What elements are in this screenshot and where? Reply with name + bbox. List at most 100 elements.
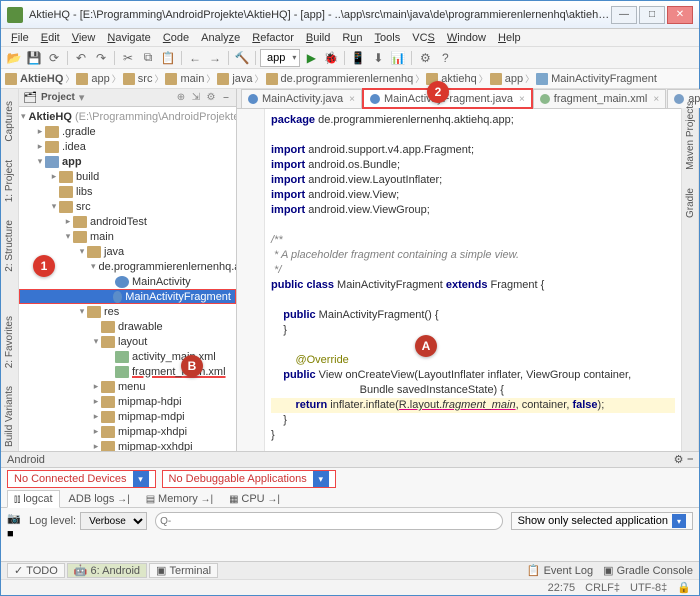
tool-build-variants[interactable]: Build Variants xyxy=(4,382,15,451)
help-icon[interactable]: ? xyxy=(436,49,454,67)
tree-libs[interactable]: libs xyxy=(19,184,236,199)
menu-edit[interactable]: Edit xyxy=(35,32,66,44)
avd-icon[interactable]: 📱 xyxy=(349,49,367,67)
tree-androidtest[interactable]: ▸androidTest xyxy=(19,214,236,229)
event-log[interactable]: 📋 Event Log xyxy=(527,564,593,577)
monitor-icon[interactable]: 📊 xyxy=(389,49,407,67)
copy-icon[interactable]: ⧉ xyxy=(139,49,157,67)
tree-mipmap-hdpi[interactable]: ▸mipmap-hdpi xyxy=(19,394,236,409)
subtab-adblogs[interactable]: ADB logs →| xyxy=(62,490,137,508)
code-body[interactable]: package package de.programmierenlernenhq… xyxy=(265,109,681,451)
tree-activity-main-xml[interactable]: activity_main.xml xyxy=(19,349,236,364)
project-tree[interactable]: ▾AktieHQ (E:\Programming\AndroidProjekte… xyxy=(19,107,236,451)
tool-project[interactable]: 1: Project xyxy=(4,156,15,206)
tool-maven[interactable]: Maven Projects xyxy=(685,97,696,174)
collapse-icon[interactable]: ⇲ xyxy=(190,92,202,104)
menu-analyze[interactable]: Analyze xyxy=(195,32,246,44)
close-icon[interactable]: × xyxy=(349,94,355,105)
tree-java[interactable]: ▾java xyxy=(19,244,236,259)
crumb-main[interactable]: main xyxy=(165,73,204,85)
loglevel-select[interactable]: Verbose xyxy=(80,512,147,530)
debug-icon[interactable]: 🐞 xyxy=(322,49,340,67)
tree-idea[interactable]: ▸.idea xyxy=(19,139,236,154)
chevron-down-icon[interactable]: ▾ xyxy=(133,471,149,487)
apps-combo[interactable]: No Debuggable Applications▾ xyxy=(162,470,336,488)
redo-icon[interactable]: ↷ xyxy=(92,49,110,67)
devices-combo[interactable]: No Connected Devices▾ xyxy=(7,470,156,488)
tree-layout[interactable]: ▾layout xyxy=(19,334,236,349)
settings-icon[interactable]: ⚙ xyxy=(416,49,434,67)
subtab-cpu[interactable]: ▦ CPU →| xyxy=(222,490,287,508)
open-icon[interactable]: 📂 xyxy=(5,49,23,67)
lock-icon[interactable]: 🔒 xyxy=(677,581,691,594)
menu-tools[interactable]: Tools xyxy=(369,32,407,44)
close-icon[interactable]: × xyxy=(519,94,525,105)
menu-run[interactable]: Run xyxy=(336,32,368,44)
tree-main[interactable]: ▾main xyxy=(19,229,236,244)
run-icon[interactable]: ▶ xyxy=(302,49,320,67)
minimize-button[interactable]: — xyxy=(611,6,637,24)
record-icon[interactable]: ■ xyxy=(7,528,21,540)
tool-structure[interactable]: 2: Structure xyxy=(4,216,15,276)
tree-mipmap-xxhdpi[interactable]: ▸mipmap-xxhdpi xyxy=(19,439,236,451)
menu-code[interactable]: Code xyxy=(157,32,195,44)
menu-view[interactable]: View xyxy=(66,32,102,44)
menu-build[interactable]: Build xyxy=(300,32,336,44)
close-icon[interactable]: × xyxy=(653,94,659,105)
tree-src[interactable]: ▾src xyxy=(19,199,236,214)
menu-navigate[interactable]: Navigate xyxy=(101,32,156,44)
tool-android[interactable]: 🤖 6: Android xyxy=(67,563,147,578)
tool-captures[interactable]: Captures xyxy=(4,97,15,146)
menu-file[interactable]: File xyxy=(5,32,35,44)
sdk-icon[interactable]: ⬇ xyxy=(369,49,387,67)
gear-icon[interactable]: ⚙ xyxy=(205,92,217,104)
subtab-logcat[interactable]: ⫾⫾ logcat xyxy=(7,490,60,508)
hide-icon[interactable]: ⎯ xyxy=(688,453,694,466)
tool-terminal[interactable]: ▣ Terminal xyxy=(149,563,218,578)
undo-icon[interactable]: ↶ xyxy=(72,49,90,67)
chevron-down-icon[interactable]: ▾ xyxy=(313,471,329,487)
tree-mainactivityfragment[interactable]: MainActivityFragment xyxy=(19,289,236,304)
tab-mainactivity[interactable]: MainActivity.java× xyxy=(241,89,362,108)
sync-icon[interactable]: ⟳ xyxy=(45,49,63,67)
screenshot-icon[interactable]: 📷 xyxy=(7,512,21,525)
log-search-input[interactable] xyxy=(155,512,502,530)
paste-icon[interactable]: 📋 xyxy=(159,49,177,67)
close-button[interactable]: ✕ xyxy=(667,6,693,24)
line-separator[interactable]: CRLF‡ xyxy=(585,582,620,594)
filter-button[interactable]: Show only selected application▾ xyxy=(511,512,693,530)
chevron-down-icon[interactable]: ▾ xyxy=(672,514,686,528)
tool-gradle[interactable]: Gradle xyxy=(685,184,696,222)
menu-help[interactable]: Help xyxy=(492,32,527,44)
crumb-apppkg[interactable]: app xyxy=(490,73,523,85)
scroll-from-source-icon[interactable]: ⊕ xyxy=(175,92,187,104)
maximize-button[interactable]: □ xyxy=(639,6,665,24)
cut-icon[interactable]: ✂ xyxy=(119,49,137,67)
make-icon[interactable]: 🔨 xyxy=(233,49,251,67)
crumb-project[interactable]: AktieHQ xyxy=(5,73,63,85)
crumb-src[interactable]: src xyxy=(123,73,153,85)
tree-drawable[interactable]: drawable xyxy=(19,319,236,334)
save-icon[interactable]: 💾 xyxy=(25,49,43,67)
crumb-app[interactable]: app xyxy=(76,73,109,85)
tree-root[interactable]: ▾AktieHQ (E:\Programming\AndroidProjekte… xyxy=(19,109,236,124)
tree-menu[interactable]: ▸menu xyxy=(19,379,236,394)
code-editor[interactable]: package package de.programmierenlernenhq… xyxy=(237,109,681,451)
gear-icon[interactable]: ⚙ xyxy=(674,453,684,466)
tree-app[interactable]: ▾app xyxy=(19,154,236,169)
tree-gradle[interactable]: ▸.gradle xyxy=(19,124,236,139)
tree-res[interactable]: ▾res xyxy=(19,304,236,319)
gradle-console[interactable]: ▣ Gradle Console xyxy=(603,564,693,577)
crumb-pkg[interactable]: de.programmierenlernenhq xyxy=(266,73,414,85)
tree-mainactivity[interactable]: MainActivity xyxy=(19,274,236,289)
file-encoding[interactable]: UTF-8‡ xyxy=(630,582,667,594)
tree-mipmap-xhdpi[interactable]: ▸mipmap-xhdpi xyxy=(19,424,236,439)
tree-mipmap-mdpi[interactable]: ▸mipmap-mdpi xyxy=(19,409,236,424)
project-view-icon[interactable]: 🗂 xyxy=(23,91,37,104)
run-config-combo[interactable]: app xyxy=(260,49,300,67)
subtab-memory[interactable]: ▤ Memory →| xyxy=(139,490,220,508)
tool-todo[interactable]: ✓ TODO xyxy=(7,563,65,578)
tree-build[interactable]: ▸build xyxy=(19,169,236,184)
tab-fragment-main-xml[interactable]: fragment_main.xml× xyxy=(533,89,666,108)
menu-window[interactable]: Window xyxy=(441,32,492,44)
